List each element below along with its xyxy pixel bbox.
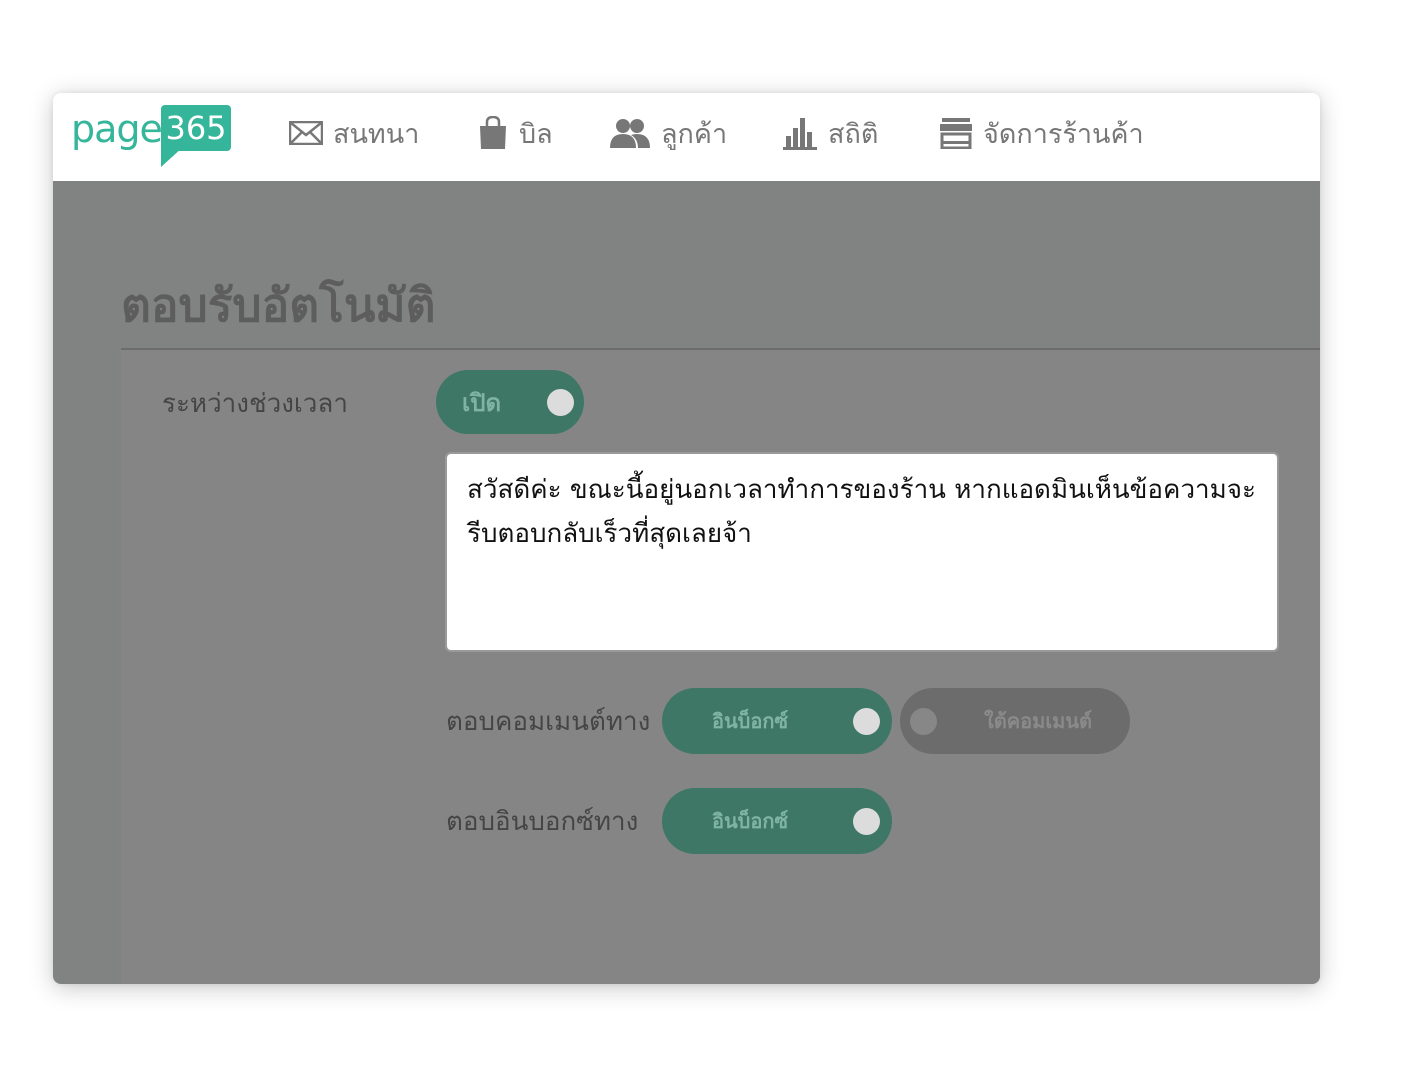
nav-label-bills: บิล <box>519 118 553 150</box>
nav-item-statistics[interactable]: สถิติ <box>782 115 878 151</box>
schedule-toggle-knob <box>547 388 574 416</box>
nav-item-customers[interactable]: ลูกค้า <box>609 115 727 151</box>
comment-reply-under-comment-toggle[interactable]: ใต้คอมเมนต์ <box>900 688 1130 754</box>
shopping-bag-icon <box>480 116 506 149</box>
comment-reply-inbox-toggle[interactable]: อินบ็อกซ์ <box>662 688 892 754</box>
schedule-toggle-label: เปิด <box>462 388 502 417</box>
top-navbar: page 365 สนทนา บิล ลูกค้า สถิติ จัดการร้… <box>53 93 1320 181</box>
bar-chart-icon <box>783 118 817 150</box>
nav-label-store-management: จัดการร้านค้า <box>983 118 1144 150</box>
comment-reply-inbox-label: อินบ็อกซ์ <box>712 709 789 733</box>
nav-label-customers: ลูกค้า <box>661 118 728 150</box>
nav-item-chat[interactable]: สนทนา <box>289 115 419 151</box>
schedule-toggle[interactable]: เปิด <box>436 370 584 434</box>
inbox-reply-label: ตอบอินบอกซ์ทาง <box>446 807 639 837</box>
store-icon <box>940 118 972 149</box>
comment-reply-inbox-knob <box>853 707 880 735</box>
settings-panel <box>121 350 1320 984</box>
logo-page-text: page <box>71 107 163 151</box>
inbox-reply-inbox-knob <box>853 807 880 835</box>
comment-reply-under-comment-knob <box>910 707 937 735</box>
schedule-label: ระหว่างช่วงเวลา <box>162 389 348 419</box>
logo-number-badge: 365 <box>161 105 231 151</box>
nav-item-bills[interactable]: บิล <box>477 115 553 151</box>
nav-label-chat: สนทนา <box>333 118 420 150</box>
envelope-icon <box>289 121 323 145</box>
nav-label-statistics: สถิติ <box>828 118 879 150</box>
logo-speech-tail <box>161 147 183 167</box>
nav-item-store-management[interactable]: จัดการร้านค้า <box>939 115 1144 151</box>
comment-reply-under-comment-label: ใต้คอมเมนต์ <box>984 709 1093 733</box>
inbox-reply-inbox-label: อินบ็อกซ์ <box>712 809 789 833</box>
auto-reply-message-input[interactable]: สวัสดีค่ะ ขณะนี้อยู่นอกเวลาทำการของร้าน … <box>445 452 1279 652</box>
users-icon <box>610 119 650 148</box>
inbox-reply-inbox-toggle[interactable]: อินบ็อกซ์ <box>662 788 892 854</box>
app-window: page 365 สนทนา บิล ลูกค้า สถิติ จัดการร้… <box>53 93 1320 984</box>
page365-logo[interactable]: page 365 <box>71 103 236 169</box>
comment-reply-label: ตอบคอมเมนต์ทาง <box>446 707 651 737</box>
page-title: ตอบรับอัตโนมัติ <box>121 278 436 332</box>
